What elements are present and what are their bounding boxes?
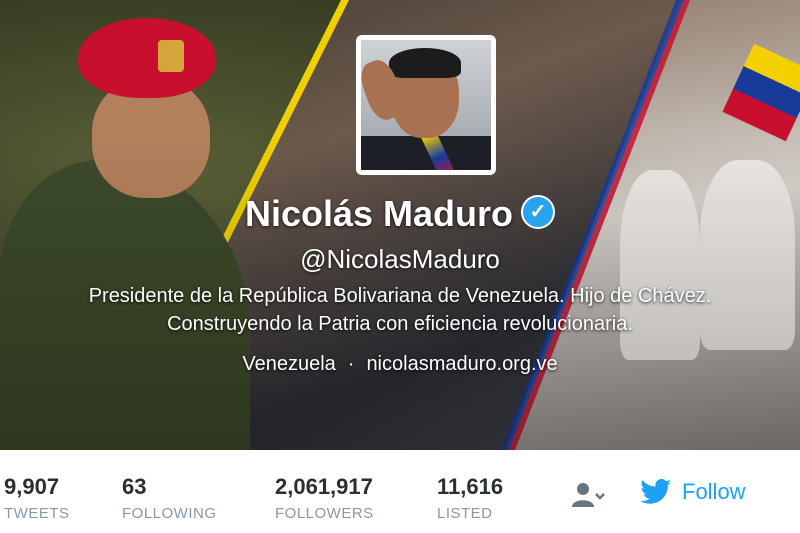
- profile-name: Nicolás Maduro ✓: [0, 192, 800, 236]
- follow-button[interactable]: Follow: [640, 474, 746, 510]
- profile-stats-bar: 9,907 TWEETS 63 FOLLOWING 2,061,917 FOLL…: [0, 450, 800, 533]
- stat-following[interactable]: 63 FOLLOWING: [122, 474, 217, 524]
- profile-bio: Presidente de la República Bolivariana d…: [0, 282, 800, 338]
- stat-followers[interactable]: 2,061,917 FOLLOWERS: [275, 474, 374, 524]
- stat-label: FOLLOWERS: [275, 505, 374, 522]
- profile-website-link[interactable]: nicolasmaduro.org.ve: [366, 353, 557, 375]
- stat-value: 2,061,917: [275, 474, 373, 499]
- stat-label: FOLLOWING: [122, 505, 217, 522]
- stat-tweets[interactable]: 9,907 TWEETS: [4, 474, 70, 524]
- bio-line: Presidente de la República Bolivariana d…: [88, 285, 712, 307]
- profile-header: Nicolás Maduro ✓ @NicolasMaduro President…: [0, 0, 800, 450]
- meta-separator: ·: [347, 353, 355, 375]
- verified-badge-icon: ✓: [521, 195, 556, 230]
- profile-handle[interactable]: @NicolasMaduro: [0, 242, 800, 276]
- bio-line: Construyendo la Patria con eficiencia re…: [167, 313, 633, 335]
- stat-value: 9,907: [4, 474, 60, 499]
- user-actions-icon[interactable]: [570, 480, 606, 510]
- stat-label: TWEETS: [4, 505, 70, 522]
- follow-label: Follow: [682, 479, 746, 504]
- avatar-hair: [389, 48, 461, 78]
- profile-meta: Venezuela · nicolasmaduro.org.ve: [0, 350, 800, 378]
- profile-name-text: Nicolás Maduro: [244, 193, 514, 234]
- stat-value: 11,616: [437, 474, 504, 499]
- stat-label: LISTED: [437, 505, 493, 522]
- stat-value: 63: [122, 474, 147, 499]
- profile-avatar[interactable]: [356, 35, 496, 175]
- profile-location: Venezuela: [242, 353, 336, 375]
- twitter-bird-icon: [640, 479, 672, 504]
- stat-listed[interactable]: 11,616 LISTED: [437, 474, 503, 524]
